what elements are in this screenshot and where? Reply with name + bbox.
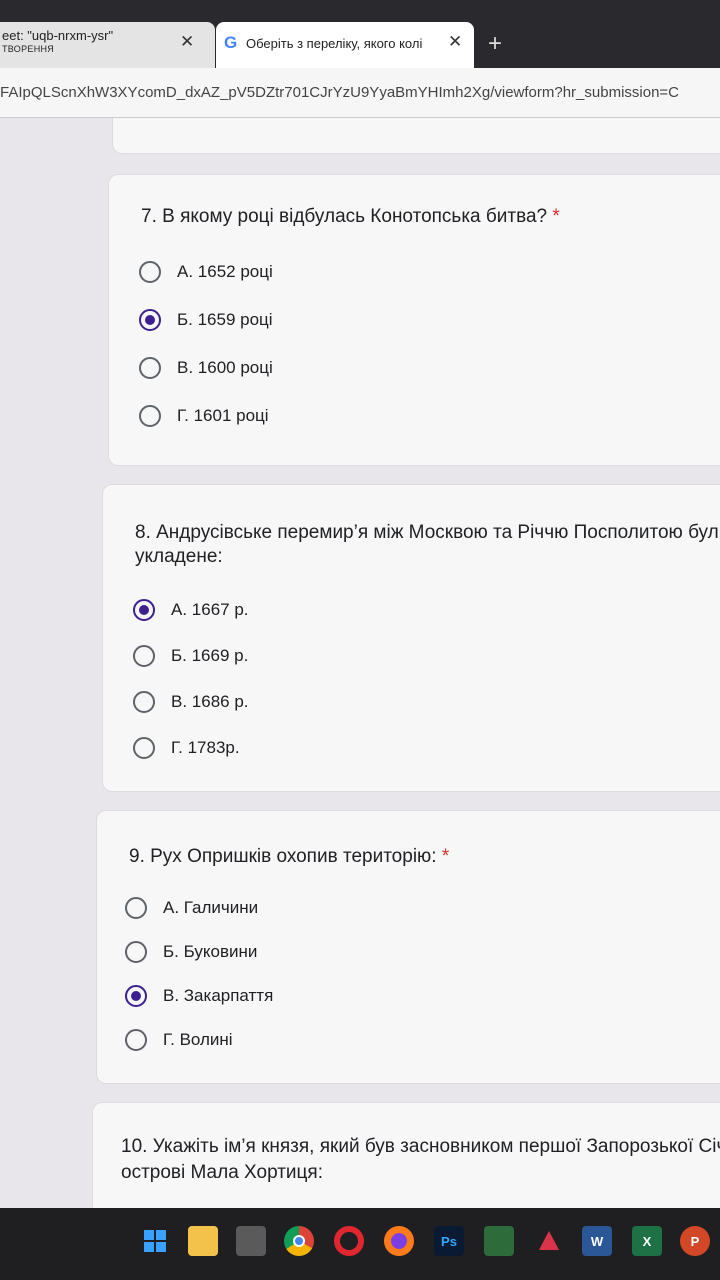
tab-subtitle: ТВОРЕННЯ — [2, 44, 55, 54]
radio-button-selected[interactable] — [125, 985, 147, 1007]
calculator-icon[interactable] — [236, 1226, 266, 1256]
option-label: А. 1652 році — [177, 262, 273, 281]
option-label: Г. 1783р. — [171, 738, 240, 757]
question-card-7: 7. В якому році відбулась Конотопська би… — [108, 174, 720, 466]
radio-button[interactable] — [133, 691, 155, 713]
question-title-line2: острові Мала Хортиця: — [121, 1162, 323, 1183]
radio-option[interactable]: Г. Волині — [125, 1029, 233, 1051]
radio-option[interactable]: А. Галичини — [125, 897, 258, 919]
radio-option[interactable]: В. Закарпаття — [125, 985, 273, 1007]
question-title-line2: укладене: — [135, 546, 223, 567]
question-title: 10. Укажіть ім’я князя, який був засновн… — [121, 1136, 720, 1157]
option-label: В. 1600 році — [177, 358, 273, 377]
option-label: Г. 1601 році — [177, 406, 269, 425]
required-marker: * — [552, 206, 560, 227]
question-card-9: 9. Рух Опришків охопив територію: * А. Г… — [96, 810, 720, 1084]
radio-option[interactable]: Г. 1783р. — [133, 737, 240, 759]
option-label: Б. 1669 р. — [171, 646, 249, 665]
tab-title: Оберіть з переліку, якого колі — [246, 36, 423, 51]
opera-icon[interactable] — [334, 1226, 364, 1256]
powerpoint-icon[interactable]: P — [680, 1226, 710, 1256]
tab-google-form[interactable]: G Оберіть з переліку, якого колі ✕ — [216, 22, 474, 68]
radio-button[interactable] — [133, 737, 155, 759]
radio-button[interactable] — [125, 1029, 147, 1051]
chrome-icon[interactable] — [284, 1226, 314, 1256]
photoshop-icon[interactable]: Ps — [434, 1226, 464, 1256]
radio-option[interactable]: Б. Буковини — [125, 941, 257, 963]
option-label: Б. 1659 році — [177, 310, 273, 329]
radio-option[interactable]: Б. 1659 році — [139, 309, 273, 331]
radio-button[interactable] — [139, 357, 161, 379]
new-tab-button[interactable]: + — [488, 30, 502, 58]
radio-button[interactable] — [139, 405, 161, 427]
option-label: Г. Волині — [163, 1030, 233, 1049]
option-label: В. Закарпаття — [163, 986, 274, 1005]
google-icon: G — [224, 33, 238, 52]
windows-start-icon[interactable] — [140, 1226, 170, 1256]
browser-tab-bar: eet: "uqb-nrxm-ysr" ТВОРЕННЯ ✕ G Оберіть… — [0, 0, 720, 68]
radio-option[interactable]: В. 1600 році — [139, 357, 273, 379]
option-label: Б. Буковини — [163, 942, 258, 961]
address-bar[interactable]: FAIpQLScnXhW3XYcomD_dxAZ_pV5DZtr701CJrYz… — [0, 68, 720, 118]
file-explorer-icon[interactable] — [188, 1226, 218, 1256]
radio-option[interactable]: А. 1667 р. — [133, 599, 249, 621]
taskbar: Ps W X P — [0, 1208, 720, 1280]
option-label: А. 1667 р. — [171, 600, 249, 619]
radio-option[interactable]: Г. 1601 році — [139, 405, 269, 427]
radio-button[interactable] — [139, 261, 161, 283]
radio-option[interactable]: А. 1652 році — [139, 261, 273, 283]
question-card-10: 10. Укажіть ім’я князя, який був засновн… — [92, 1102, 720, 1208]
question-title: 9. Рух Опришків охопив територію: * — [129, 846, 450, 867]
solitaire-icon[interactable] — [484, 1226, 514, 1256]
form-page: 7. В якому році відбулась Конотопська би… — [0, 118, 720, 1208]
option-label: А. Галичини — [163, 898, 259, 917]
close-icon[interactable]: ✕ — [180, 32, 194, 52]
radio-button-selected[interactable] — [133, 599, 155, 621]
radio-option[interactable]: В. 1686 р. — [133, 691, 249, 713]
radio-button[interactable] — [125, 897, 147, 919]
option-label: В. 1686 р. — [171, 692, 249, 711]
radio-button-selected[interactable] — [139, 309, 161, 331]
question-title: 7. В якому році відбулась Конотопська би… — [141, 206, 560, 227]
paint-icon[interactable] — [534, 1226, 564, 1256]
question-card-6 — [112, 118, 720, 154]
excel-icon[interactable]: X — [632, 1226, 662, 1256]
firefox-icon[interactable] — [384, 1226, 414, 1256]
required-marker: * — [441, 846, 450, 867]
question-card-8: 8. Андрусівське перемир’я між Москвою та… — [102, 484, 720, 792]
word-icon[interactable]: W — [582, 1226, 612, 1256]
url-text[interactable]: FAIpQLScnXhW3XYcomD_dxAZ_pV5DZtr701CJrYz… — [0, 84, 720, 101]
tab-title: eet: "uqb-nrxm-ysr" — [2, 28, 114, 43]
radio-button[interactable] — [125, 941, 147, 963]
radio-button[interactable] — [133, 645, 155, 667]
radio-option[interactable]: Б. 1669 р. — [133, 645, 248, 667]
close-icon[interactable]: ✕ — [448, 32, 462, 52]
tab-sheet[interactable]: eet: "uqb-nrxm-ysr" ТВОРЕННЯ ✕ — [0, 22, 215, 68]
